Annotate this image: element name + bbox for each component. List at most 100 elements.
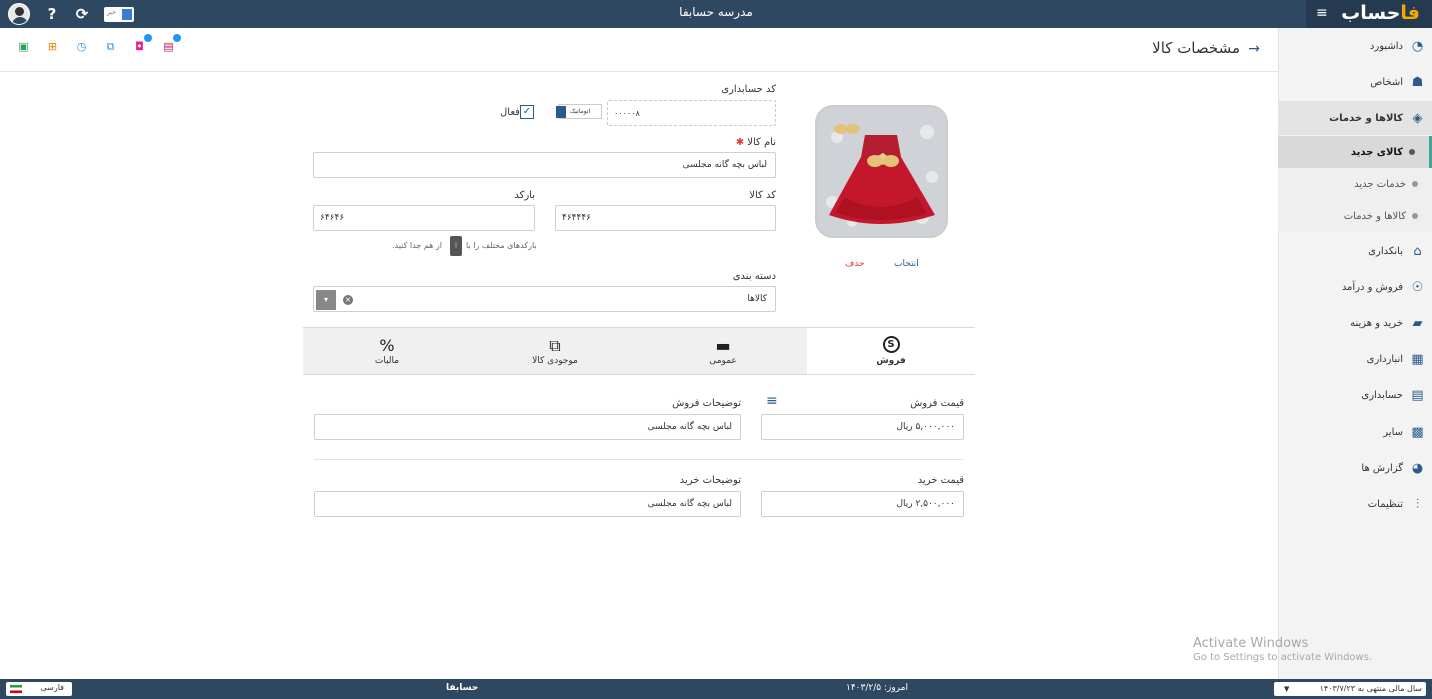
barcode-value: ۶۴۶۴۶	[320, 213, 345, 223]
sidebar-item-people[interactable]: ☗ اشخاص	[1278, 65, 1432, 99]
sales-desc-value: لباس بچه گانه مجلسی	[647, 422, 732, 432]
sidebar-subitem-label: کالای جدید	[1350, 146, 1403, 158]
sidebar-subitem-products-services[interactable]: کالاها و خدمات	[1278, 200, 1432, 232]
sidebar-subitem-label: کالاها و خدمات	[1343, 210, 1406, 222]
chevron-down-icon[interactable]: ▾	[316, 290, 336, 310]
chat-icon[interactable]: ▤	[161, 34, 181, 54]
photo-delete-button[interactable]: حذف	[845, 259, 865, 269]
people-icon: ☗	[1411, 74, 1424, 90]
accounting-code-label: کد حسابداری	[721, 84, 776, 95]
brand-logo-accent: فا	[1400, 2, 1420, 24]
history-icon[interactable]: ◷	[74, 40, 89, 54]
purchase-price-label: قیمت خرید	[917, 475, 964, 486]
active-label: فعال	[500, 107, 520, 118]
tab-sales[interactable]: S فروش	[807, 328, 975, 374]
sidebar-item-label: حسابداری	[1361, 389, 1403, 401]
barcode-help-2: از هم جدا کنید.	[392, 241, 443, 250]
code-value: ۴۶۴۴۴۶	[562, 213, 592, 223]
copy-icon[interactable]: ⧉	[103, 40, 118, 54]
active-checkbox[interactable]: ✓	[520, 105, 534, 119]
auto-code-toggle[interactable]	[556, 106, 566, 118]
category-select[interactable]: کالاها	[313, 286, 776, 312]
code-label: کد کالا	[749, 190, 776, 201]
brand-area: ≡ فاحساب	[1306, 0, 1432, 28]
sidebar-item-label: گزارش ها	[1361, 462, 1403, 474]
dollar-icon: S	[882, 336, 900, 353]
purchase-price-field[interactable]: ۲,۵۰۰,۰۰۰ ریال	[761, 491, 964, 517]
sidebar-subitem-new-service[interactable]: خدمات جدید	[1278, 168, 1432, 200]
wallet-icon: ▰	[1412, 315, 1423, 331]
category-value: کالاها	[747, 294, 767, 304]
clear-icon[interactable]: ×	[343, 295, 353, 305]
sidebar-item-sales[interactable]: ☉ فروش و درآمد	[1278, 270, 1432, 304]
gift-icon[interactable]: ◘	[132, 34, 152, 54]
add-file-icon[interactable]: ⊞	[45, 40, 60, 54]
header-toolbar: ▣ ⊞ ◷ ⧉ ◘ ▤	[16, 34, 181, 54]
sidebar-item-accounting[interactable]: ▤ حسابداری	[1278, 378, 1432, 412]
sidebar-item-label: بانکداری	[1368, 245, 1403, 257]
sales-desc-field[interactable]: لباس بچه گانه مجلسی	[314, 414, 741, 440]
name-label: نام کالا ✱	[736, 137, 776, 148]
sidebar-item-products[interactable]: ◈ کالاها و خدمات	[1278, 101, 1432, 135]
barcode-help-1: بارکدهای مختلف را با	[466, 241, 537, 250]
name-value: لباس بچه گانه مجلسی	[682, 160, 767, 170]
sales-price-field[interactable]: ۵,۰۰۰,۰۰۰ ریال	[761, 414, 964, 440]
tab-general[interactable]: ▬ عمومی	[639, 328, 807, 374]
sidebar-subitem-label: خدمات جدید	[1354, 178, 1406, 190]
fiscal-year-select[interactable]: سال مالی منتهی به ۱۴۰۳/۷/۲۳ ▼	[1274, 682, 1426, 696]
misc-icon: ▩	[1411, 424, 1424, 440]
purchase-price-value: ۲,۵۰۰,۰۰۰ ریال	[896, 499, 955, 509]
sidebar-item-label: فروش و درآمد	[1341, 281, 1403, 293]
tab-tax[interactable]: % مالیات	[303, 328, 471, 374]
purchase-desc-label: توضیحات خرید	[679, 475, 741, 486]
sidebar-item-settings[interactable]: ⫶ تنظیمات	[1278, 487, 1432, 521]
tab-inventory[interactable]: ⧉ موجودی کالا	[471, 328, 639, 374]
percent-icon: %	[379, 336, 395, 355]
sidebar-item-label: خرید و هزینه	[1350, 317, 1403, 329]
sales-icon: ☉	[1411, 279, 1424, 295]
sidebar-item-label: کالاها و خدمات	[1329, 112, 1403, 124]
section-divider	[314, 459, 964, 460]
product-image	[815, 105, 948, 238]
tab-label: فروش	[876, 356, 906, 366]
chevron-down-icon: ▼	[1284, 685, 1290, 693]
language-select[interactable]: فارسی	[6, 682, 72, 696]
purchase-desc-field[interactable]: لباس بچه گانه مجلسی	[314, 491, 741, 517]
tab-bar: S فروش ▬ عمومی ⧉ موجودی کالا % مالیات	[303, 327, 975, 375]
gift-badge	[144, 34, 152, 42]
name-field[interactable]: لباس بچه گانه مجلسی	[313, 152, 776, 178]
sidebar-item-banking[interactable]: ⌂ بانکداری	[1278, 234, 1432, 268]
bullet-icon	[1409, 149, 1415, 155]
sidebar-item-misc[interactable]: ▩ سایر	[1278, 415, 1432, 449]
sidebar-item-purchase[interactable]: ▰ خرید و هزینه	[1278, 306, 1432, 340]
sales-price-label: قیمت فروش	[910, 398, 964, 409]
bullet-icon	[1412, 213, 1418, 219]
sidebar-item-reports[interactable]: ◕ گزارش ها	[1278, 451, 1432, 485]
auto-code-label: اتوماتیک	[569, 108, 591, 115]
menu-lines-icon[interactable]: ≡	[766, 393, 778, 409]
accounting-code-field[interactable]: ۰۰۰۰۰۸	[607, 100, 776, 126]
bank-icon: ⌂	[1413, 243, 1422, 259]
sidebar-item-dashboard[interactable]: ◔ داشبورد	[1278, 29, 1432, 63]
back-arrow-icon[interactable]: →	[1248, 41, 1260, 57]
iran-flag-icon	[10, 685, 22, 693]
brand-logo-text: حساب	[1341, 2, 1401, 24]
dress-image	[817, 107, 946, 236]
language-label: فارسی	[40, 683, 65, 692]
box-icon: ◈	[1412, 110, 1423, 126]
sidebar-item-warehouse[interactable]: ▦ انبارداری	[1278, 342, 1432, 376]
sidebar-item-label: داشبورد	[1369, 40, 1403, 52]
watermark-line-1: Activate Windows	[1193, 636, 1309, 651]
ledger-icon: ▤	[1411, 387, 1424, 403]
warehouse-icon: ▦	[1411, 351, 1424, 367]
barcode-field[interactable]: ۶۴۶۴۶	[313, 205, 535, 231]
tab-label: موجودی کالا	[532, 356, 578, 366]
sidebar-subitem-new-product[interactable]: کالای جدید	[1278, 136, 1432, 168]
watermark-line-2: Go to Settings to activate Windows.	[1193, 652, 1373, 663]
status-brand: حسابفا	[446, 683, 479, 693]
save-icon[interactable]: ▣	[16, 40, 31, 54]
photo-select-button[interactable]: انتخاب	[894, 259, 919, 269]
code-field[interactable]: ۴۶۴۴۴۶	[555, 205, 776, 231]
menu-icon[interactable]: ≡	[1316, 5, 1328, 21]
report-icon: ◕	[1411, 460, 1424, 476]
